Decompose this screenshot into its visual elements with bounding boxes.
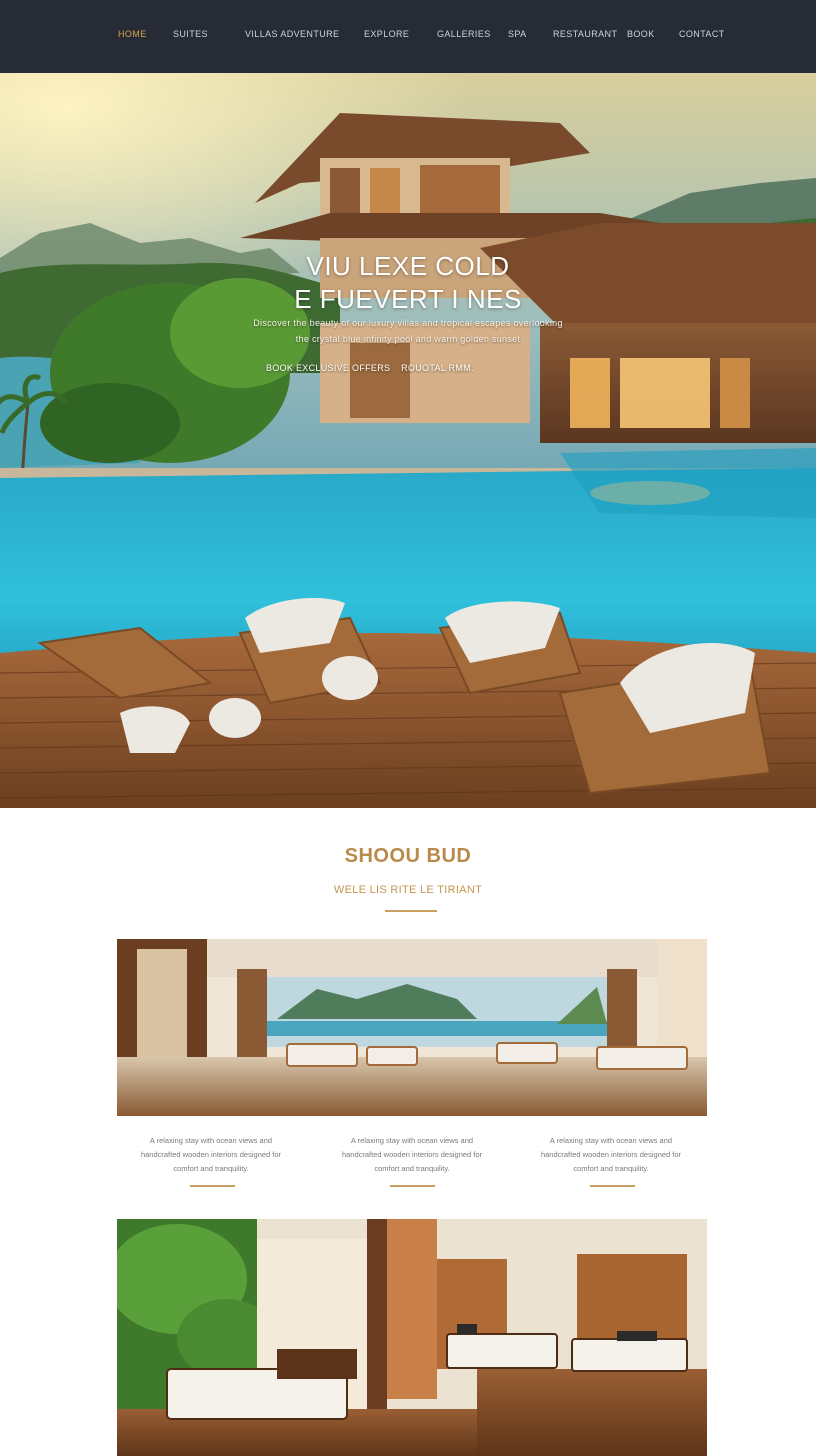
hero-subtitle-line-2: the crystal blue infinity pool and warm … (295, 334, 521, 344)
hero-subtitle-line-1: Discover the beauty of our luxury villas… (253, 318, 563, 328)
nav-link-restaurant[interactable]: RESTAURANT (553, 29, 617, 39)
hero-title-line-2: E FUEVERT I NES (294, 284, 522, 314)
section-title: SHOOU BUD (344, 845, 472, 867)
feature-2-line-2: handcrafted wooden interiors designed fo… (341, 1150, 483, 1159)
feature-column-2: A relaxing stay with ocean views and han… (327, 1134, 497, 1176)
feature-3-divider (590, 1185, 635, 1187)
feature-3-line-3: comfort and tranquility. (573, 1164, 649, 1173)
feature-3-line-1: A relaxing stay with ocean views and (549, 1136, 673, 1145)
feature-1-line-3: comfort and tranquility. (173, 1164, 249, 1173)
hero-cta-link[interactable]: BOOK EXCLUSIVE OFFERS ROUOTAL RMM. (266, 363, 474, 373)
feature-3-line-2: handcrafted wooden interiors designed fo… (540, 1150, 682, 1159)
nav-link-spa[interactable]: SPA (508, 29, 527, 39)
feature-2-line-3: comfort and tranquility. (374, 1164, 450, 1173)
nav-link-contact[interactable]: CONTACT (679, 29, 725, 39)
nav-link-explore[interactable]: EXPLORE (364, 29, 409, 39)
nav-link-villas-adventure[interactable]: VILLAS ADVENTURE (245, 29, 339, 39)
nav-link-galleries[interactable]: GALLERIES (437, 29, 491, 39)
section-subtitle: WELE LIS RITE LE TIRIANT (333, 884, 483, 896)
hero-banner: VIU LEXE COLD E FUEVERT I NES Discover t… (0, 73, 816, 808)
nav-link-book[interactable]: BOOK (627, 29, 655, 39)
top-navigation: HOME SUITES VILLAS ADVENTURE EXPLORE GAL… (0, 0, 816, 73)
feature-2-divider (390, 1185, 435, 1187)
suite-bedroom-image (117, 1219, 707, 1456)
feature-2-line-1: A relaxing stay with ocean views and (350, 1136, 474, 1145)
nav-link-suites[interactable]: SUITES (173, 29, 208, 39)
feature-1-line-1: A relaxing stay with ocean views and (149, 1136, 273, 1145)
section-divider (385, 910, 437, 912)
suite-lounge-image (117, 939, 707, 1116)
hero-cta-label-left: BOOK EXCLUSIVE OFFERS (266, 363, 391, 373)
nav-link-home[interactable]: HOME (118, 29, 147, 39)
feature-1-line-2: handcrafted wooden interiors designed fo… (140, 1150, 282, 1159)
hero-cta-label-right: ROUOTAL RMM. (401, 363, 474, 373)
hero-title-line-1: VIU LEXE COLD (306, 251, 510, 281)
feature-column-1: A relaxing stay with ocean views and han… (126, 1134, 296, 1176)
feature-column-3: A relaxing stay with ocean views and han… (526, 1134, 696, 1176)
hero-resort-image (0, 73, 816, 808)
feature-1-divider (190, 1185, 235, 1187)
